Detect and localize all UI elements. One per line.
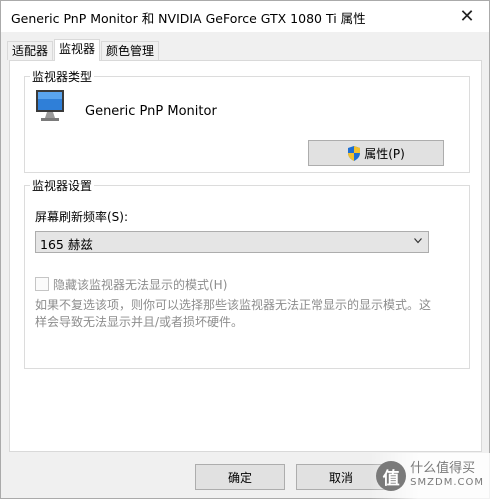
window-title: Generic PnP Monitor 和 NVIDIA GeForce GTX…: [11, 11, 366, 26]
hide-modes-checkbox[interactable]: [35, 277, 49, 291]
chevron-down-icon: [414, 238, 422, 244]
hide-modes-description: 如果不复选该项，则你可以选择那些该监视器无法正常显示的显示模式。这样会导致无法显…: [35, 298, 432, 329]
uac-shield-icon: [348, 145, 361, 161]
hide-modes-label: 隐藏该监视器无法显示的模式(H): [53, 277, 228, 292]
refresh-rate-value: 165 赫兹: [40, 237, 93, 252]
properties-dialog: Generic PnP Monitor 和 NVIDIA GeForce GTX…: [0, 0, 490, 499]
hide-modes-option: 隐藏该监视器无法显示的模式(H): [35, 276, 227, 292]
tab-panel-monitor: 监视器类型 Generic PnP Monitor 属性(P) 监视器设置 屏幕…: [9, 60, 482, 452]
ok-button[interactable]: 确定: [195, 464, 285, 490]
monitor-icon: [36, 90, 64, 121]
monitor-settings-group-label: 监视器设置: [30, 177, 95, 194]
close-button[interactable]: ✕: [445, 1, 489, 32]
monitor-name: Generic PnP Monitor: [85, 104, 217, 119]
tab-monitor[interactable]: 监视器: [54, 39, 101, 61]
refresh-rate-label: 屏幕刷新频率(S):: [35, 210, 129, 224]
watermark-logo-icon: 值: [376, 461, 407, 491]
monitor-settings-group: 监视器设置 屏幕刷新频率(S): 165 赫兹 隐藏该监视器无法显示的模式(H)…: [24, 177, 470, 369]
monitor-type-group: 监视器类型 Generic PnP Monitor 属性(P): [24, 68, 470, 173]
tab-color-management[interactable]: 颜色管理: [101, 41, 160, 60]
monitor-type-group-label: 监视器类型: [30, 68, 95, 85]
title-bar: Generic PnP Monitor 和 NVIDIA GeForce GTX…: [1, 1, 489, 32]
close-icon: ✕: [459, 6, 475, 27]
watermark-text: 什么值得买 SMZDM.COM: [410, 462, 484, 490]
refresh-rate-select[interactable]: 165 赫兹: [35, 231, 429, 253]
properties-button[interactable]: 属性(P): [308, 140, 444, 166]
tab-adapter[interactable]: 适配器: [7, 41, 54, 60]
properties-button-label: 属性(P): [364, 146, 405, 161]
watermark-bottom-text: SMZDM.COM: [410, 477, 484, 488]
watermark-top-text: 什么值得买: [410, 461, 476, 476]
site-watermark: 值 什么值得买 SMZDM.COM: [370, 453, 490, 499]
